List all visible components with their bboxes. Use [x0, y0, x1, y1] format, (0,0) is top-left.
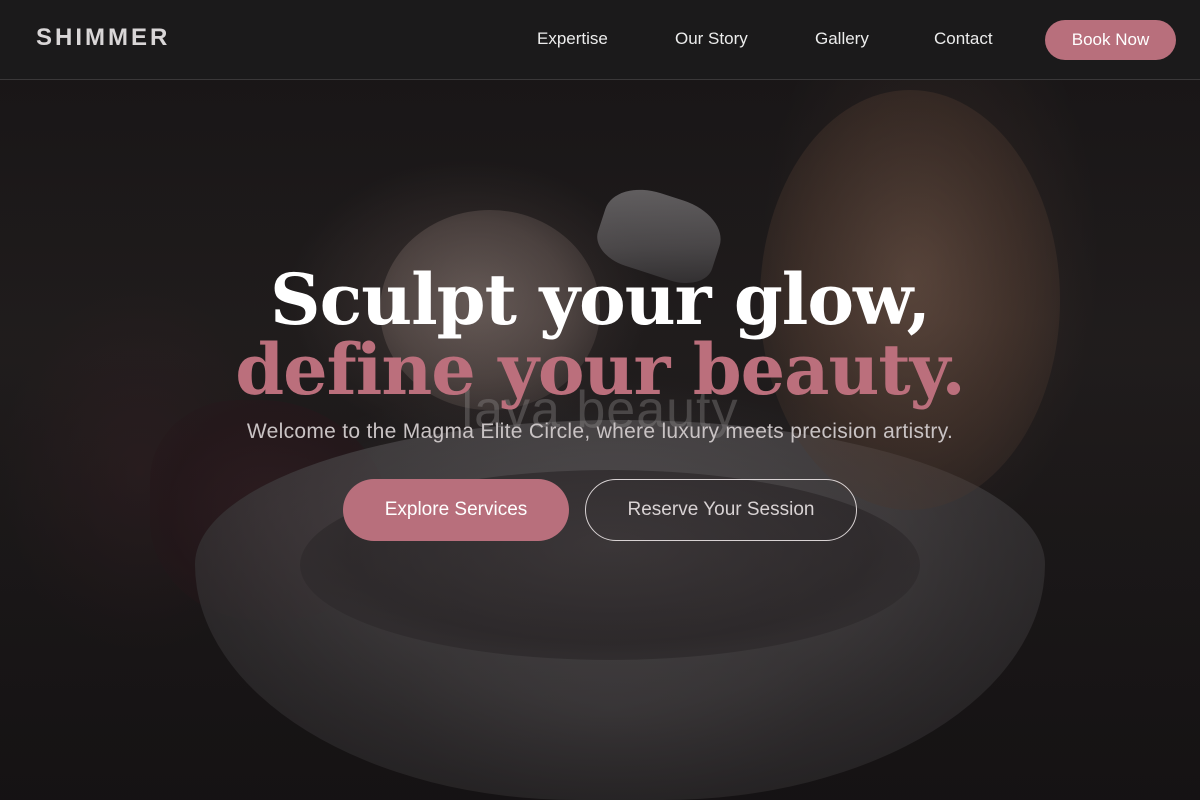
main-nav: Expertise Our Story Gallery Contact — [0, 0, 1200, 80]
hero-headline-line-2: define your beauty. — [235, 328, 966, 411]
explore-services-button[interactable]: Explore Services — [343, 479, 569, 541]
nav-link-expertise[interactable]: Expertise — [537, 29, 608, 49]
reserve-session-button[interactable]: Reserve Your Session — [585, 479, 857, 541]
site-header: SHIMMER Expertise Our Story Gallery Cont… — [0, 0, 1200, 80]
hero-subtitle: Welcome to the Magma Elite Circle, where… — [246, 420, 954, 443]
nav-link-contact[interactable]: Contact — [934, 29, 993, 49]
nav-link-our-story[interactable]: Our Story — [675, 29, 748, 49]
nav-link-gallery[interactable]: Gallery — [815, 29, 869, 49]
book-now-button[interactable]: Book Now — [1045, 20, 1176, 60]
